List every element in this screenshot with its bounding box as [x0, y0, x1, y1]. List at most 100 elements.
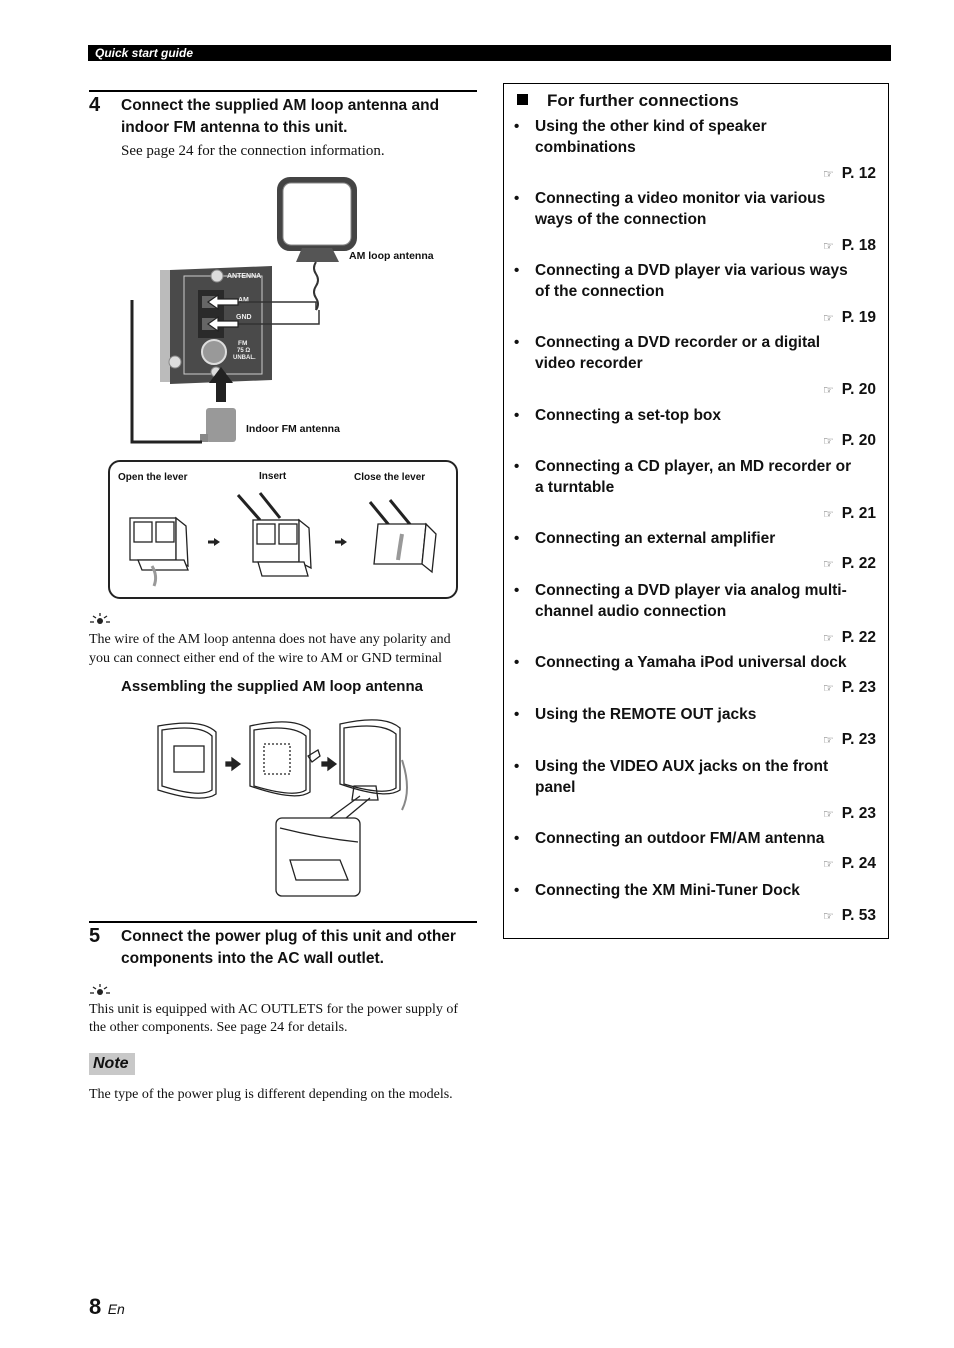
page-reference-link[interactable]: ☞ P. 21	[823, 503, 876, 525]
step4-number: 4	[89, 94, 101, 116]
note-badge: Note	[89, 1053, 135, 1075]
connection-list-item: • Connecting an outdoor FM/AM antenna ☞ P. …	[514, 828, 876, 876]
page-reference: P. 22	[841, 555, 876, 572]
pointing-hand-icon: ☞	[823, 807, 834, 821]
bullet-icon: •	[514, 262, 520, 279]
connection-item-text: Connecting a video monitor via various wa…	[535, 190, 826, 228]
bullet-icon: •	[514, 407, 520, 424]
panel-label-fm: FM	[238, 340, 247, 347]
page-reference: P. 53	[841, 907, 876, 924]
page-reference: P. 18	[841, 237, 876, 254]
connection-list-item: • Using the other kind of speaker combinat…	[514, 116, 876, 186]
page-reference: P. 12	[841, 165, 876, 182]
page-reference: P. 21	[841, 505, 876, 522]
page-reference: P. 20	[841, 381, 876, 398]
lever-step-open-label: Open the lever	[118, 472, 188, 483]
page-reference: P. 22	[841, 629, 876, 646]
bullet-icon: •	[514, 334, 520, 351]
connection-item-text: Connecting an outdoor FM/AM antenna	[535, 830, 825, 847]
pointing-hand-icon: ☞	[823, 631, 834, 645]
connection-list-item: • Connecting a set-top box ☞ P. 20	[514, 405, 876, 453]
step5-number: 5	[89, 925, 101, 947]
terminal-insert-icon	[236, 492, 312, 577]
terminal-open-icon	[129, 516, 189, 587]
page-number: 8	[89, 1294, 102, 1319]
page-reference-link[interactable]: ☞ P. 22	[823, 553, 876, 575]
connection-list-item: • Using the REMOTE OUT jacks ☞ P. 23	[514, 704, 876, 752]
lever-step-close-label: Close the lever	[354, 472, 426, 483]
panel-label-75ohm: 75 Ω	[237, 348, 250, 354]
connection-item-text: Connecting a set-top box	[535, 407, 721, 424]
page-language: En	[107, 1301, 125, 1317]
tip-am-polarity-line1: The wire of the AM loop antenna does not…	[89, 632, 451, 647]
label-indoor-fm-antenna: Indoor FM antenna	[246, 423, 340, 435]
panel-label-am: AM	[238, 297, 249, 304]
page-reference: P. 23	[841, 805, 876, 822]
connection-list-item: • Connecting a DVD player via various way…	[514, 260, 876, 330]
bullet-icon: •	[514, 118, 520, 135]
further-connections-box: For further connections • Using the other…	[503, 83, 889, 939]
antenna-folded-icon	[157, 722, 217, 799]
connection-item-text: Connecting the XM Mini-Tuner Dock	[535, 882, 800, 899]
tip-lightbulb-icon	[90, 613, 110, 624]
panel-label-unbal: UNBAL.	[233, 355, 256, 361]
connection-list-item: • Using the VIDEO AUX jacks on the front p…	[514, 756, 876, 826]
pointing-hand-icon: ☞	[823, 557, 834, 571]
antenna-assembled-icon	[339, 719, 408, 811]
section-header-bar: Quick start guide	[88, 45, 891, 61]
bullet-icon: •	[514, 530, 520, 547]
page-reference-link[interactable]: ☞ P. 20	[823, 379, 876, 401]
label-am-loop-antenna: AM loop antenna	[349, 250, 434, 262]
connection-item-text: Connecting a DVD recorder or a digital vi…	[535, 334, 821, 372]
am-loop-antenna-icon	[277, 177, 357, 311]
connection-item-text: Connecting a CD player, an MD recorder o…	[535, 458, 852, 496]
step5-rule	[89, 921, 477, 923]
connection-item-text: Connecting a DVD player via analog multi…	[535, 582, 847, 620]
am-antenna-assembly-figure	[157, 719, 408, 897]
pointing-hand-icon: ☞	[823, 681, 834, 695]
connection-list-item: • Connecting a Yamaha iPod universal dock…	[514, 652, 876, 700]
pointing-hand-icon: ☞	[823, 383, 834, 397]
pointing-hand-icon: ☞	[823, 733, 834, 747]
connection-list-item: • Connecting a video monitor via various w…	[514, 188, 876, 258]
step4-title-line1: Connect the supplied AM loop antenna and	[121, 97, 440, 114]
connection-list-item: • Connecting an external amplifier ☞ P. 22	[514, 528, 876, 576]
page-reference: P. 23	[841, 679, 876, 696]
antenna-unfolding-icon	[249, 721, 321, 797]
connection-item-text: Connecting an external amplifier	[535, 530, 776, 547]
page-footer: 8 En	[89, 1294, 125, 1320]
lever-steps-drawing	[129, 492, 437, 587]
pointing-hand-icon: ☞	[823, 311, 834, 325]
panel-label-gnd: GND	[236, 314, 252, 321]
page-reference-link[interactable]: ☞ P. 23	[823, 729, 876, 751]
panel-label-antenna: ANTENNA	[227, 273, 261, 280]
connection-list-item: • Connecting a DVD recorder or a digital v…	[514, 332, 876, 402]
connection-item-text: Connecting a DVD player via various ways…	[535, 262, 848, 300]
bullet-icon: •	[514, 882, 520, 899]
bullet-icon: •	[514, 458, 520, 475]
page-reference-link[interactable]: ☞ P. 24	[823, 853, 876, 875]
page-reference-link[interactable]: ☞ P. 20	[823, 430, 876, 452]
bullet-icon: •	[514, 706, 520, 723]
tip-am-polarity-line2: you can connect either end of the wire t…	[89, 651, 443, 666]
section-title: Quick start guide	[95, 46, 194, 60]
bullet-icon: •	[514, 582, 520, 599]
pointing-hand-icon: ☞	[823, 909, 834, 923]
page-reference-link[interactable]: ☞ P. 12	[823, 163, 876, 185]
page-reference-link[interactable]: ☞ P. 22	[823, 627, 876, 649]
pointing-hand-icon: ☞	[823, 434, 834, 448]
page-reference-link[interactable]: ☞ P. 23	[823, 677, 876, 699]
pointing-hand-icon: ☞	[823, 857, 834, 871]
connection-item-text: Using the other kind of speaker combinati…	[535, 118, 767, 156]
page-reference-link[interactable]: ☞ P. 53	[823, 905, 876, 927]
page-reference: P. 24	[841, 855, 876, 872]
assembly-arrow-icon	[225, 756, 242, 772]
page-reference-link[interactable]: ☞ P. 19	[823, 307, 876, 329]
page-reference-link[interactable]: ☞ P. 23	[823, 803, 876, 825]
connection-item-text: Using the VIDEO AUX jacks on the front pa…	[535, 758, 829, 796]
connection-list-item: • Connecting a DVD player via analog mult…	[514, 580, 876, 650]
further-connections-title: For further connections	[517, 90, 739, 112]
page-reference-link[interactable]: ☞ P. 18	[823, 235, 876, 257]
step4-rule	[89, 90, 477, 92]
page-reference: P. 23	[841, 731, 876, 748]
